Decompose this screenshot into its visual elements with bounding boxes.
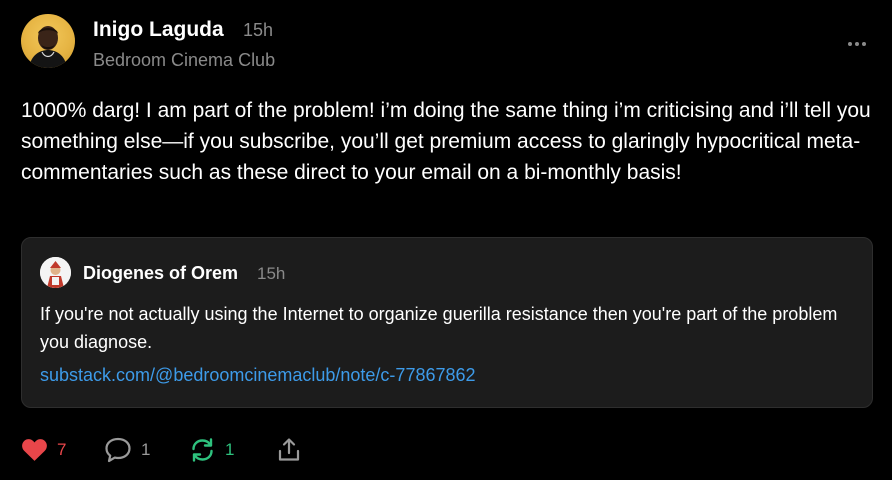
quoted-author-name[interactable]: Diogenes of Orem (83, 263, 238, 284)
more-horizontal-icon (848, 42, 866, 46)
quoted-author-avatar[interactable] (40, 257, 71, 288)
author-name[interactable]: Inigo Laguda (93, 18, 224, 42)
like-button[interactable]: 7 (21, 432, 66, 468)
quoted-note-link[interactable]: substack.com/@bedroomcinemaclub/note/c-7… (40, 365, 476, 386)
quoted-note-card[interactable]: Diogenes of Orem 15h If you're not actua… (21, 237, 873, 408)
comment-count: 1 (141, 440, 151, 459)
quoted-timestamp: 15h (257, 264, 286, 283)
note-card: Inigo Laguda 15h Bedroom Cinema Club 100… (0, 0, 892, 480)
restack-icon (192, 438, 213, 462)
action-bar: 7 1 1 (0, 432, 892, 468)
note-body: 1000% darg! I am part of the problem! i’… (21, 99, 871, 184)
more-options-button[interactable] (842, 34, 872, 54)
quoted-note-text: If you're not actually using the Interne… (40, 304, 838, 352)
restack-count: 1 (225, 440, 235, 459)
share-icon (278, 438, 300, 461)
post-timestamp: 15h (243, 20, 274, 40)
like-count: 7 (57, 440, 67, 459)
comment-button[interactable]: 1 (104, 432, 150, 468)
quoted-author-avatar-image (40, 257, 71, 288)
restack-button[interactable]: 1 (189, 432, 234, 468)
publication-name[interactable]: Bedroom Cinema Club (93, 50, 275, 71)
comment-icon (105, 437, 131, 463)
heart-icon (22, 439, 47, 461)
share-button[interactable] (276, 432, 302, 468)
author-avatar[interactable] (21, 14, 75, 68)
author-avatar-image (29, 26, 67, 68)
